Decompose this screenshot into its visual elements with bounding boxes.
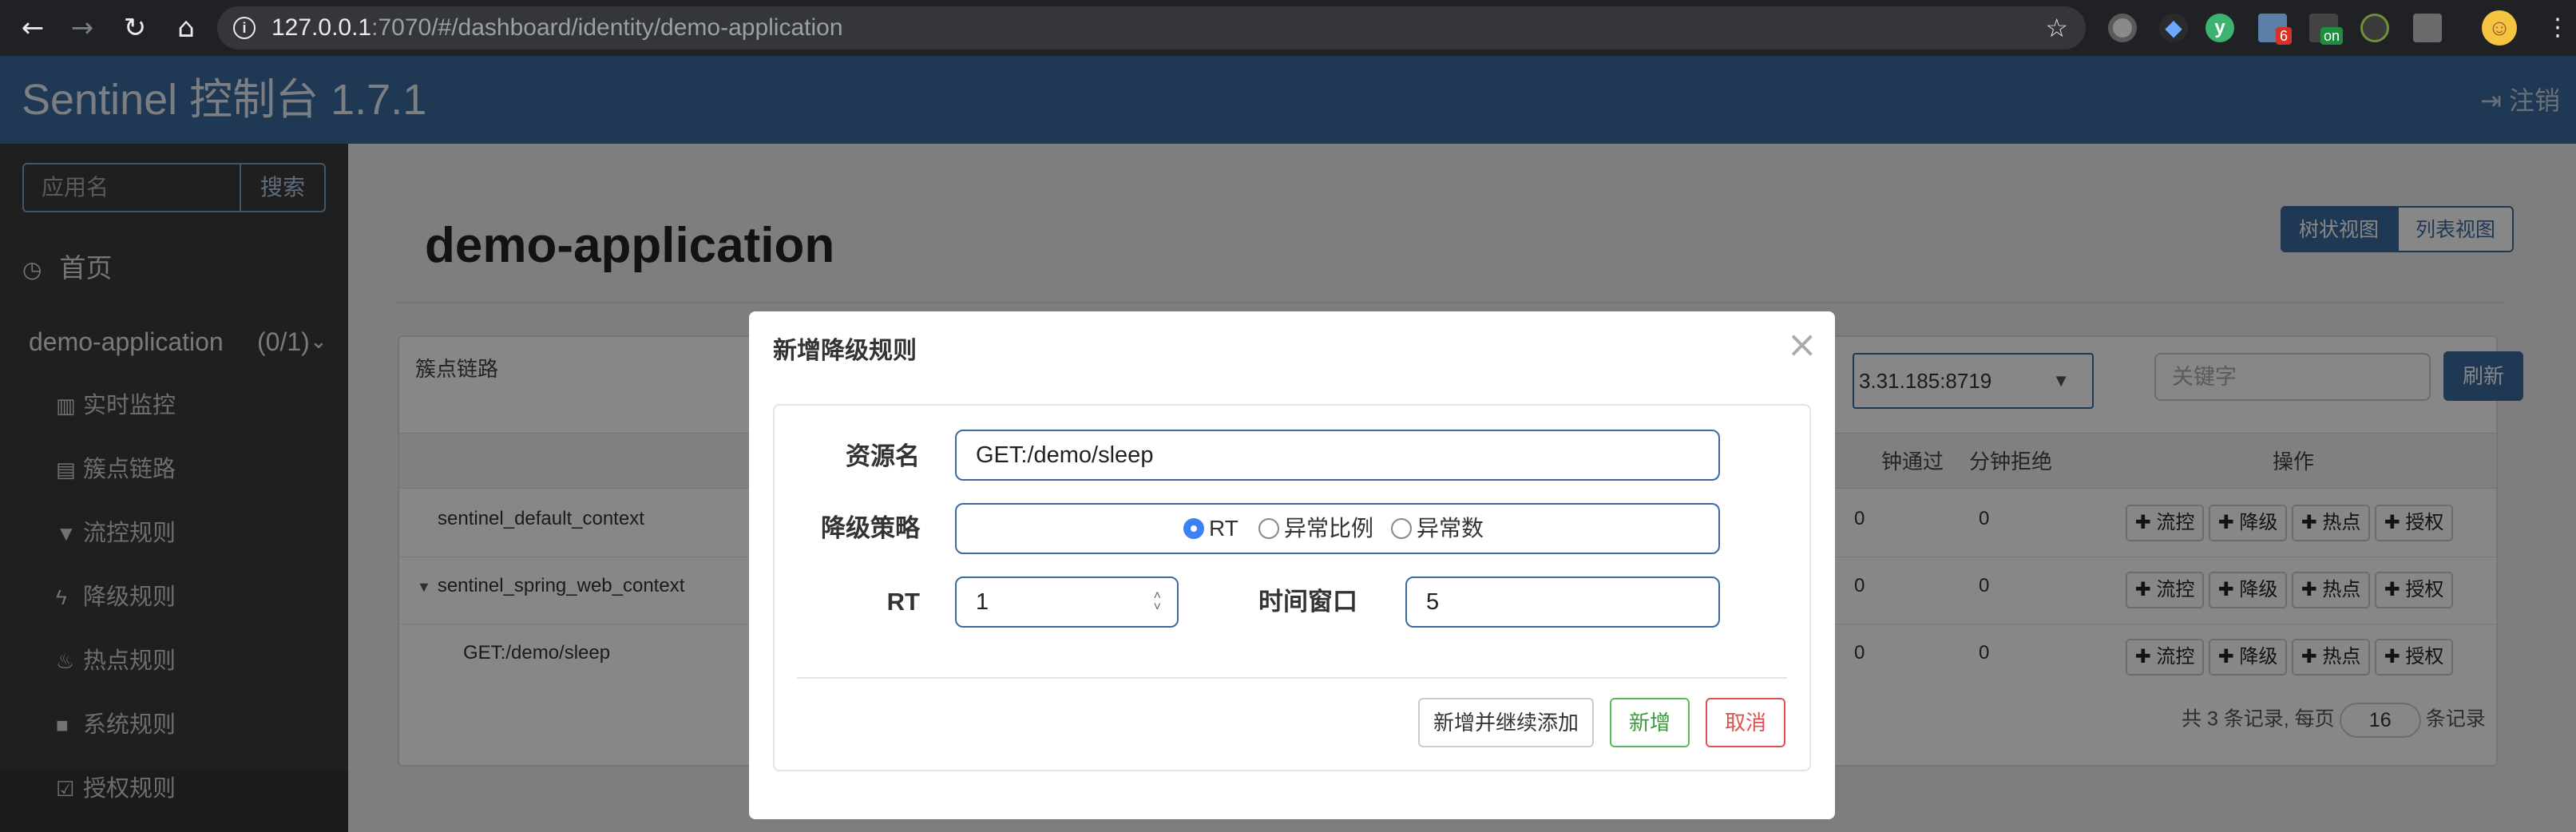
add-and-continue-button[interactable]: 新增并继续添加 [1418,698,1594,747]
dialog-form: 资源名 GET:/demo/sleep 降级策略 RT 异常比例 异常数 RT … [773,404,1811,771]
strategy-radio-group: RT 异常比例 异常数 [955,503,1720,554]
radio-icon [1258,518,1279,539]
bookmark-star-icon[interactable]: ☆ [2045,13,2068,43]
forward-icon[interactable]: → [65,11,99,45]
extension-circle-icon[interactable] [2108,14,2137,42]
divider [797,677,1787,679]
cancel-button[interactable]: 取消 [1706,698,1785,747]
radio-rt[interactable]: RT [1183,505,1238,553]
back-icon[interactable]: ← [16,11,50,45]
radio-icon [1391,518,1412,539]
rt-label: RT [886,588,920,616]
add-degrade-rule-dialog: 新增降级规则 × 资源名 GET:/demo/sleep 降级策略 RT 异常比… [749,311,1835,819]
resource-label: 资源名 [846,442,920,470]
radio-selected-icon [1183,518,1204,539]
close-icon[interactable]: × [1786,324,1817,364]
resource-name-input[interactable]: GET:/demo/sleep [955,430,1720,481]
address-bar[interactable]: i 127.0.0.1:7070/#/dashboard/identity/de… [217,6,2086,50]
number-spinner-icon[interactable]: ˄ ˅ [1154,590,1161,614]
browser-menu-icon[interactable]: ⋮ [2546,14,2570,42]
strategy-label: 降级策略 [821,514,920,542]
extension-vue-icon[interactable]: y [2205,14,2234,42]
reload-icon[interactable]: ↻ [118,11,152,45]
radio-exception-ratio[interactable]: 异常比例 [1258,505,1373,553]
home-icon[interactable]: ⌂ [169,11,203,45]
extension-pen-icon[interactable] [2360,14,2389,42]
profile-avatar[interactable]: ☺ [2482,10,2517,46]
extension-briefcase-icon[interactable] [2413,14,2442,42]
dialog-title: 新增降级规则 [773,338,917,364]
time-window-label: 时间窗口 [1258,588,1357,616]
info-icon[interactable]: i [233,17,256,39]
browser-toolbar: ← → ↻ ⌂ i 127.0.0.1:7070/#/dashboard/ide… [0,0,2576,56]
extension-diamond-icon[interactable]: ◆ [2159,14,2188,42]
extension-badge-on: on [2320,27,2344,45]
add-button[interactable]: 新增 [1610,698,1690,747]
rt-input[interactable]: 1 ˄ ˅ [955,576,1179,628]
extension-badge: 6 [2276,27,2293,45]
time-window-input[interactable]: 5 [1405,576,1720,628]
url-text: 127.0.0.1:7070/#/dashboard/identity/demo… [271,14,843,41]
radio-exception-count[interactable]: 异常数 [1391,505,1484,553]
